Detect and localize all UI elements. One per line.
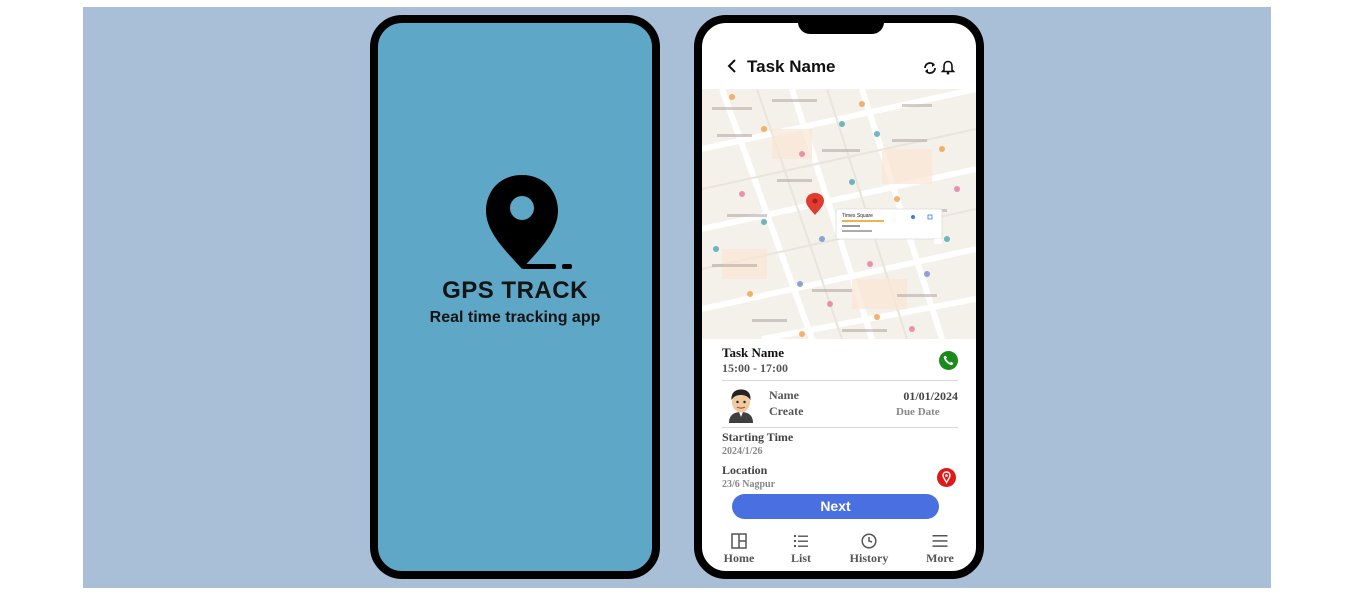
call-button[interactable] [939,351,958,370]
nav-home-label: Home [723,551,755,565]
app-header: Task Name [702,51,976,85]
nav-list[interactable]: List [776,531,826,566]
page-title: Task Name [747,57,836,76]
starting-time-value: 2024/1/26 [722,446,763,457]
splash-phone: GPS TRACK Real time tracking app [370,15,660,579]
back-icon[interactable] [726,59,738,73]
refresh-icon[interactable] [923,61,937,75]
divider [722,427,958,428]
home-icon [731,533,747,549]
clock-icon [861,533,877,549]
due-date-value: 01/01/2024 [903,389,958,403]
map-pin-icon [942,471,951,485]
task-summary: Task Name 15:00 - 17:00 [722,345,958,379]
location-button[interactable] [937,468,956,487]
map-view[interactable]: Times Square [702,89,976,339]
bottom-nav: Home List History More [702,531,976,571]
creator-role: Create [769,404,804,418]
nav-history[interactable]: History [844,531,894,566]
creator-row: Name Create 01/01/2024 Due Date [722,385,958,427]
gps-logo-icon [486,175,572,269]
task-phone: Task Name Times Square Task Name 15:00 -… [694,15,984,579]
creator-name: Name [769,388,799,402]
due-date-label: Due Date [896,406,940,418]
phone-icon [943,355,954,366]
nav-more[interactable]: More [915,531,965,566]
canvas-background [83,7,1271,588]
phone-notch [798,23,884,34]
location-label: Location [722,463,768,477]
location-value: 23/6 Nagpur [722,479,776,490]
starting-time-label: Starting Time [722,430,794,444]
next-button[interactable]: Next [732,494,939,519]
nav-more-label: More [926,551,954,565]
map-graphic: Times Square [702,89,976,339]
avatar [729,389,753,423]
map-place-card-title: Times Square [842,213,873,219]
bell-icon[interactable] [941,60,955,75]
app-subtitle: Real time tracking app [429,309,601,326]
divider [722,380,958,381]
task-time: 15:00 - 17:00 [722,361,788,375]
app-title: GPS TRACK [442,277,588,304]
nav-history-label: History [849,551,889,565]
task-name: Task Name [722,345,785,360]
nav-list-label: List [790,551,811,565]
list-icon [794,535,808,547]
nav-home[interactable]: Home [714,531,764,566]
menu-icon [932,535,948,547]
